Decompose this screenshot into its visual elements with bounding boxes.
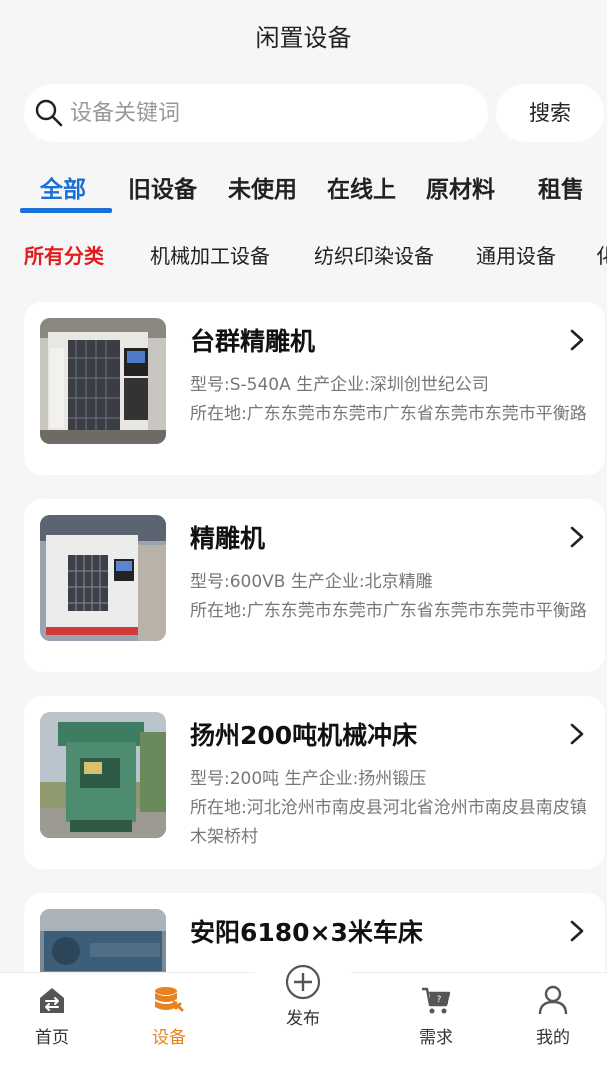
tab-all[interactable]: 全部 bbox=[40, 170, 86, 204]
listing-image bbox=[40, 515, 166, 641]
user-icon bbox=[538, 985, 568, 1015]
filter-tabs: 全部 旧设备 未使用 在线上 原材料 租售 bbox=[0, 160, 607, 220]
tab-raw-materials[interactable]: 原材料 bbox=[426, 170, 495, 204]
tabbar-home-label: 首页 bbox=[35, 1028, 69, 1048]
tab-rent-sale[interactable]: 租售 bbox=[538, 170, 584, 204]
listing-card[interactable]: 台群精雕机 型号:S-540A 生产企业:深圳创世纪公司 所在地:广东东莞市东莞… bbox=[24, 302, 605, 475]
active-tab-indicator bbox=[20, 208, 112, 213]
tabbar-mine-label: 我的 bbox=[536, 1028, 570, 1048]
listing-title: 安阳6180×3米车床 bbox=[190, 918, 423, 947]
search-icon bbox=[35, 99, 63, 127]
tabbar-demand[interactable]: ? 需求 bbox=[391, 973, 481, 1053]
tabbar-mine[interactable]: 我的 bbox=[508, 973, 598, 1053]
equipment-icon bbox=[155, 987, 184, 1012]
category-bar: 所有分类 机械加工设备 纺织印染设备 通用设备 化 bbox=[0, 236, 607, 276]
category-machining[interactable]: 机械加工设备 bbox=[150, 240, 270, 269]
tabbar-demand-label: 需求 bbox=[419, 1028, 453, 1048]
category-general[interactable]: 通用设备 bbox=[476, 240, 556, 269]
chevron-right-icon[interactable] bbox=[567, 326, 587, 354]
category-more[interactable]: 化 bbox=[596, 240, 607, 269]
listing-card[interactable]: 扬州200吨机械冲床 型号:200吨 生产企业:扬州锻压 所在地:河北沧州市南皮… bbox=[24, 696, 605, 869]
tabbar-equipment-label: 设备 bbox=[152, 1028, 186, 1048]
tabbar-equipment[interactable]: 设备 bbox=[124, 973, 214, 1053]
listing-meta: 型号:200吨 生产企业:扬州锻压 bbox=[190, 769, 427, 789]
plus-circle-icon bbox=[285, 964, 321, 1000]
tabbar-publish-label: 发布 bbox=[286, 1009, 320, 1029]
search-input[interactable] bbox=[70, 92, 470, 134]
listing-meta: 型号:S-540A 生产企业:深圳创世纪公司 bbox=[190, 375, 489, 395]
tabbar-home[interactable]: 首页 bbox=[7, 973, 97, 1053]
category-textile[interactable]: 纺织印染设备 bbox=[314, 240, 434, 269]
listing-meta: 型号:600VB 生产企业:北京精雕 bbox=[190, 572, 433, 592]
listing-image bbox=[40, 318, 166, 444]
listing-card[interactable]: 精雕机 型号:600VB 生产企业:北京精雕 所在地:广东东莞市东莞市广东省东莞… bbox=[24, 499, 605, 672]
page-title: 闲置设备 bbox=[255, 24, 352, 52]
cart-icon: ? bbox=[422, 987, 451, 1014]
listing-location: 所在地:河北沧州市南皮县河北省沧州市南皮县南皮镇木架桥村 bbox=[190, 798, 587, 847]
tab-online[interactable]: 在线上 bbox=[327, 170, 396, 204]
tab-unused[interactable]: 未使用 bbox=[228, 170, 297, 204]
listing-title: 扬州200吨机械冲床 bbox=[190, 721, 418, 750]
listing-image bbox=[40, 712, 166, 838]
chevron-right-icon[interactable] bbox=[567, 917, 587, 945]
search-box[interactable] bbox=[24, 84, 488, 142]
chevron-right-icon[interactable] bbox=[567, 523, 587, 551]
svg-text:?: ? bbox=[437, 995, 442, 1005]
listing-title: 精雕机 bbox=[190, 524, 266, 553]
home-icon bbox=[40, 988, 64, 1013]
chevron-right-icon[interactable] bbox=[567, 720, 587, 748]
search-button[interactable]: 搜索 bbox=[496, 84, 604, 142]
listing-location: 所在地:广东东莞市东莞市广东省东莞市东莞市平衡路 bbox=[190, 404, 587, 424]
listing-location: 所在地:广东东莞市东莞市广东省东莞市东莞市平衡路 bbox=[190, 601, 587, 621]
listing-title: 台群精雕机 bbox=[190, 327, 316, 356]
category-all[interactable]: 所有分类 bbox=[24, 240, 104, 269]
tab-used-equipment[interactable]: 旧设备 bbox=[128, 170, 197, 204]
tabbar-publish[interactable]: 发布 bbox=[258, 958, 348, 1038]
